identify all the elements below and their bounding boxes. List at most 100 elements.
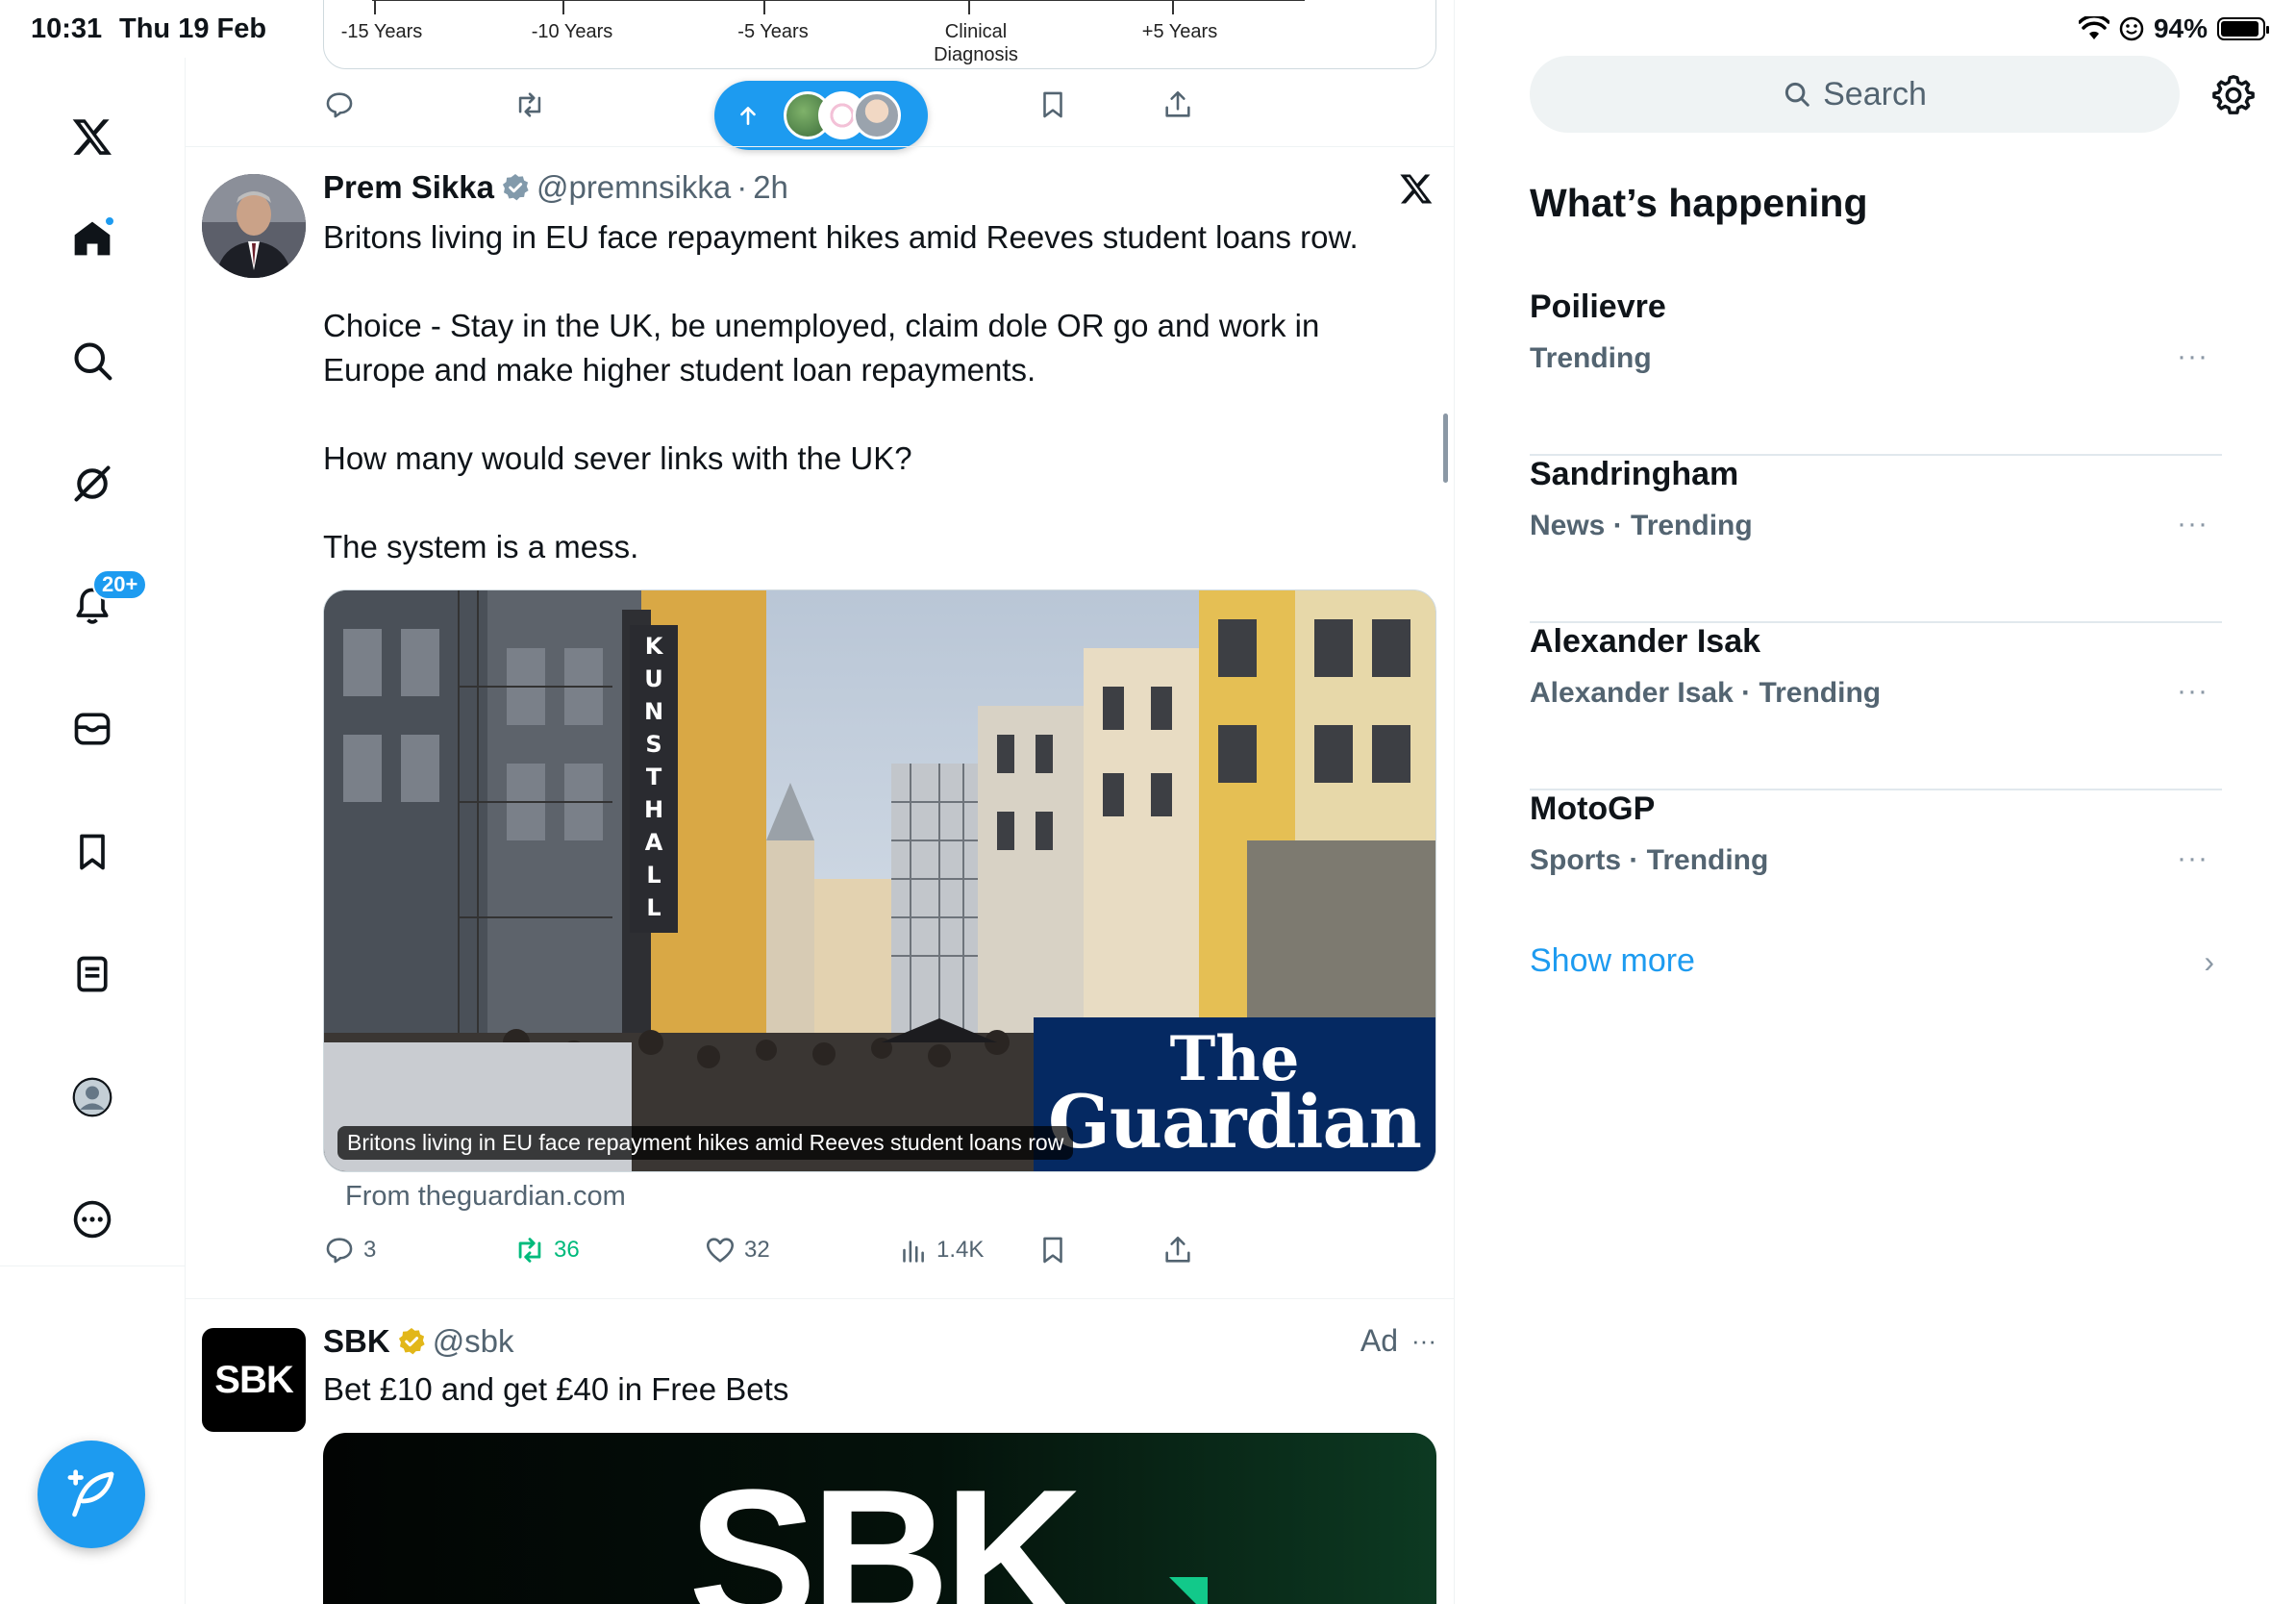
tweet-paragraph: Choice - Stay in the UK, be unemployed, … (323, 308, 1320, 388)
link-preview-card[interactable]: KUN STH ALL The Guardian Britons living … (323, 589, 1436, 1172)
gear-icon[interactable] (2211, 73, 2256, 117)
compose-feather-icon (67, 1469, 114, 1517)
share-icon (1165, 1236, 1190, 1263)
views-count: 1.4K (936, 1237, 985, 1263)
trend-more-options-icon[interactable]: ··· (2177, 675, 2209, 708)
trend-item[interactable]: MotoGP Sports · Trending ··· (1530, 790, 2222, 958)
home-unread-dot (104, 215, 115, 227)
messages-icon[interactable] (63, 700, 121, 758)
chevron-right-icon: › (2204, 944, 2214, 979)
left-nav: 20+ (0, 58, 186, 1604)
bookmark-button[interactable] (1036, 1234, 1069, 1266)
ad-media-logo-mark (1169, 1577, 1208, 1604)
guardian-logo: The Guardian (1034, 1017, 1435, 1171)
avatar-portrait (202, 174, 306, 278)
ad-media-logo: SBK (688, 1450, 1083, 1604)
trend-item[interactable]: Poilievre Trending ··· (1530, 288, 2222, 456)
notifications-bell-icon[interactable]: 20+ (63, 569, 148, 635)
quoted-chart-card[interactable]: -15 Years -10 Years -5 Years Clinical Di… (323, 0, 1436, 69)
chart-axis-label: Clinical Diagnosis (934, 21, 1018, 65)
tweet-divider (186, 146, 1454, 147)
timeline-scrollbar[interactable] (1443, 414, 1448, 483)
trend-meta: Trending (1530, 342, 1652, 374)
bookmarks-icon[interactable] (63, 823, 121, 881)
svg-text:H: H (644, 796, 663, 823)
tweet-header: Prem Sikka @premnsikka · 2h (323, 169, 788, 206)
search-input[interactable]: Search (1530, 56, 2180, 133)
show-more-link[interactable]: Show more › (1530, 942, 2222, 980)
card-source[interactable]: From theguardian.com (345, 1181, 626, 1213)
repost-icon (518, 1238, 541, 1263)
show-more-label: Show more (1530, 942, 1695, 979)
ad-more-options-icon[interactable]: ··· (1411, 1326, 1436, 1356)
ad-author-name[interactable]: SBK (323, 1323, 390, 1360)
x-watermark-icon[interactable] (1399, 171, 1434, 211)
trend-title: Poilievre (1530, 288, 1666, 325)
repost-button[interactable] (513, 88, 546, 121)
views-icon (903, 1241, 924, 1263)
bookmark-icon (1043, 1237, 1062, 1264)
share-button[interactable] (1161, 88, 1194, 121)
tweet-paragraph: The system is a mess. (323, 529, 639, 564)
trend-meta: Alexander Isak · Trending (1530, 677, 1882, 709)
ad-label: Ad (1360, 1323, 1399, 1358)
chart-axis-label: -10 Years (531, 21, 613, 42)
trend-more-options-icon[interactable]: ··· (2177, 340, 2209, 373)
x-logo-icon[interactable] (63, 108, 121, 165)
svg-text:U: U (644, 665, 663, 692)
chart-axis-label: +5 Years (1141, 21, 1218, 42)
lists-icon[interactable] (63, 945, 121, 1003)
like-button[interactable]: 32 (704, 1234, 770, 1266)
chart-axis-tick (968, 0, 970, 14)
share-icon (1165, 90, 1190, 117)
trend-more-options-icon[interactable]: ··· (2177, 842, 2209, 875)
reply-count: 3 (363, 1237, 377, 1263)
repost-count: 36 (554, 1237, 580, 1263)
trend-more-options-icon[interactable]: ··· (2177, 508, 2209, 540)
like-count: 32 (744, 1237, 770, 1263)
svg-text:S: S (645, 731, 661, 758)
tweet-paragraph: How many would sever links with the UK? (323, 440, 912, 476)
trend-title: Alexander Isak (1530, 623, 1761, 660)
grok-icon[interactable] (63, 455, 121, 513)
notifications-badge: 20+ (92, 569, 148, 600)
bookmark-button[interactable] (1036, 88, 1069, 121)
reply-icon (326, 92, 353, 118)
verified-badge-icon (502, 174, 529, 201)
home-icon[interactable] (63, 210, 121, 267)
tweet-text: Britons living in EU face repayment hike… (323, 215, 1429, 569)
tweet-author-handle[interactable]: @premnsikka (537, 169, 731, 206)
tweet-divider (186, 1298, 1454, 1299)
reply-button[interactable]: 3 (323, 1234, 376, 1266)
share-button[interactable] (1161, 1234, 1194, 1266)
svg-text:L: L (646, 862, 661, 889)
tweet-author-avatar[interactable] (202, 174, 306, 278)
chart-axis-tick (562, 0, 564, 14)
reply-icon (326, 1238, 353, 1264)
guardian-logo-line: Guardian (1048, 1079, 1422, 1165)
tweet-author-name[interactable]: Prem Sikka (323, 169, 494, 206)
heart-icon (706, 1238, 735, 1263)
new-posts-pill[interactable] (714, 81, 928, 150)
ad-label-group: Ad ··· (1360, 1323, 1436, 1359)
arrow-up-icon (740, 107, 756, 125)
search-icon[interactable] (63, 332, 121, 389)
card-caption: Britons living in EU face repayment hike… (337, 1126, 1074, 1160)
profile-avatar-icon[interactable] (63, 1068, 121, 1126)
ad-author-handle[interactable]: @sbk (433, 1323, 514, 1360)
repost-button[interactable]: 36 (513, 1234, 580, 1266)
ad-media[interactable]: SBK (323, 1433, 1436, 1604)
ad-author-avatar[interactable]: SBK (202, 1328, 306, 1432)
chart-axis-label: -15 Years (340, 21, 423, 42)
trend-item[interactable]: Alexander Isak Alexander Isak · Trending… (1530, 623, 2222, 790)
more-options-icon[interactable] (63, 1190, 121, 1248)
trend-item[interactable]: Sandringham News · Trending ··· (1530, 456, 2222, 623)
tweet-timestamp[interactable]: 2h (753, 169, 788, 206)
views-button[interactable]: 1.4K (896, 1234, 984, 1266)
reply-button[interactable] (323, 88, 356, 121)
dot-separator: · (736, 169, 748, 205)
status-time: 10:31 (31, 13, 103, 44)
whats-happening-title: What’s happening (1530, 181, 1868, 225)
compose-post-button[interactable] (37, 1441, 145, 1548)
timeline: -15 Years -10 Years -5 Years Clinical Di… (186, 0, 1455, 1604)
